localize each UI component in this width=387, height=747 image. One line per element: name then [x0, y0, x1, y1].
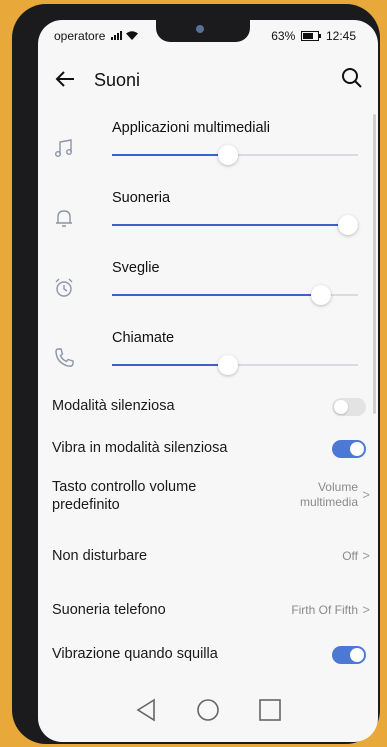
setting-label: Modalità silenziosa — [52, 398, 175, 414]
volume-slider-calls[interactable] — [112, 355, 358, 375]
volume-row-media: Applicazioni multimediali — [38, 114, 378, 184]
setting-phone-ringtone[interactable]: Suoneria telefono Firth Of Fifth > — [38, 594, 378, 628]
scrollbar[interactable] — [373, 114, 376, 414]
volume-label-calls: Chiamate — [112, 330, 175, 346]
setting-label: Vibrazione quando squilla — [52, 646, 218, 662]
volume-slider-ringtone[interactable] — [112, 215, 358, 235]
slider-fill — [112, 224, 358, 226]
slider-fill — [112, 154, 228, 156]
setting-label: Non disturbare — [52, 548, 148, 564]
volume-label-alarms: Sveglie — [112, 260, 160, 276]
carrier-name: operatore — [54, 29, 106, 43]
volume-label-media: Applicazioni multimediali — [112, 120, 270, 136]
slider-fill — [112, 294, 321, 296]
setting-label: Suoneria telefono — [52, 602, 166, 618]
chevron-right-icon: > — [362, 602, 370, 617]
front-camera — [196, 25, 204, 33]
nav-home-icon[interactable] — [194, 696, 222, 724]
volume-row-alarms: Sveglie — [38, 254, 378, 324]
slider-thumb[interactable] — [311, 285, 331, 305]
nav-recents-icon[interactable] — [256, 696, 284, 724]
slider-thumb[interactable] — [218, 355, 238, 375]
volume-row-ringtone: Suoneria — [38, 184, 378, 254]
nav-back-icon[interactable] — [132, 696, 160, 724]
chevron-right-icon: > — [362, 487, 370, 502]
setting-volume-key[interactable]: Tasto controllo volume predefinito Volum… — [38, 476, 378, 524]
setting-vibrate-ring[interactable]: Vibrazione quando squilla — [38, 638, 378, 672]
battery-icon — [300, 31, 321, 41]
navigation-bar — [38, 684, 378, 734]
chevron-right-icon: > — [362, 548, 370, 563]
battery-percent: 63% — [271, 29, 296, 43]
back-arrow-icon[interactable] — [54, 68, 76, 90]
volume-row-calls: Chiamate — [38, 324, 378, 394]
slider-thumb[interactable] — [338, 215, 358, 235]
setting-label-line2: predefinito — [52, 497, 120, 513]
slider-thumb[interactable] — [218, 145, 238, 165]
setting-value: Firth Of Fifth — [291, 603, 358, 617]
setting-value: Off — [342, 549, 358, 563]
clock: 12:45 — [325, 29, 356, 43]
alarm-clock-icon — [55, 278, 73, 297]
setting-silent-mode[interactable]: Modalità silenziosa — [38, 390, 378, 424]
phone-frame: operatore 63% 12:45 Suoni Applicazioni m… — [12, 4, 380, 744]
setting-do-not-disturb[interactable]: Non disturbare Off > — [38, 540, 378, 574]
setting-value-line1: Volume — [317, 480, 358, 494]
phone-icon — [55, 348, 74, 367]
bell-icon — [56, 210, 72, 227]
volume-slider-media[interactable] — [112, 145, 358, 165]
search-icon[interactable] — [340, 66, 364, 90]
wifi-icon — [126, 31, 139, 40]
vibrate-silent-toggle[interactable] — [332, 440, 366, 458]
vibrate-ring-toggle[interactable] — [332, 646, 366, 664]
screen: operatore 63% 12:45 Suoni Applicazioni m… — [38, 20, 378, 742]
page-title: Suoni — [94, 70, 141, 90]
volume-label-ringtone: Suoneria — [112, 190, 171, 206]
volume-slider-alarms[interactable] — [112, 285, 358, 305]
silent-mode-toggle[interactable] — [332, 398, 366, 416]
app-header: Suoni — [38, 64, 378, 104]
setting-label-line1: Tasto controllo volume — [52, 479, 197, 495]
setting-label: Vibra in modalità silenziosa — [52, 440, 228, 456]
setting-vibrate-silent[interactable]: Vibra in modalità silenziosa — [38, 432, 378, 466]
music-note-icon — [55, 139, 72, 157]
status-bar: operatore 63% 12:45 — [38, 20, 378, 52]
signal-icon — [110, 31, 122, 40]
slider-fill — [112, 364, 228, 366]
setting-value-line2: multimedia — [299, 495, 358, 509]
